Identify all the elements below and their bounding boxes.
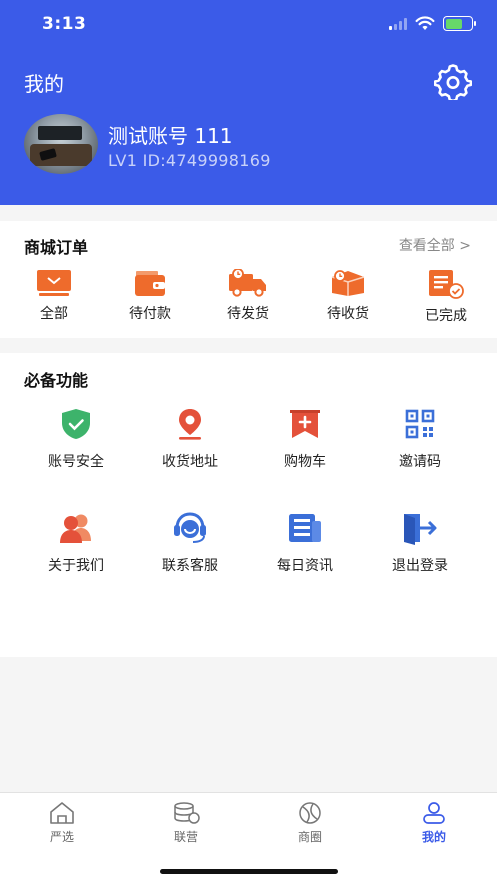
order-pending-payment-label: 待付款: [129, 306, 171, 322]
order-completed-label: 已完成: [425, 308, 467, 324]
daily-news-label: 每日资讯: [277, 558, 333, 574]
shipping-address-label: 收货地址: [162, 454, 218, 470]
tab-lianying-label: 联营: [173, 830, 198, 844]
shopping-cart-label: 购物车: [284, 454, 326, 470]
orders-section-title: 商城订单: [24, 238, 89, 257]
order-pending-shipment-button[interactable]: 待发货: [208, 269, 288, 323]
customer-service-button[interactable]: 联系客服: [140, 511, 240, 575]
package-box-icon: [331, 270, 365, 296]
wifi-icon: [415, 16, 435, 30]
view-all-orders-link[interactable]: 查看全部 >: [399, 235, 471, 255]
status-time: 3:13: [42, 14, 87, 34]
username: 测试账号 111: [108, 124, 233, 148]
order-pending-receipt-button[interactable]: 待收货: [308, 269, 388, 323]
battery-icon: [443, 16, 476, 31]
user-icon: [423, 802, 445, 824]
mall-orders-card: 商城订单 查看全部 > 全部 待付款 待发货 待收货 已完成: [0, 221, 497, 338]
monitor-icon: [37, 270, 71, 296]
wallet-icon: [135, 271, 165, 296]
order-pending-receipt-label: 待收货: [327, 306, 369, 322]
invite-code-button[interactable]: 邀请码: [370, 407, 470, 471]
tab-shangquan-label: 商圈: [297, 830, 322, 844]
shopping-cart-button[interactable]: 购物车: [255, 407, 355, 471]
customer-service-label: 联系客服: [162, 558, 218, 574]
order-all-button[interactable]: 全部: [14, 269, 94, 323]
essential-functions-card: 必备功能 账号安全 收货地址 购物车 邀请码 关于我们 联系客服 每日资讯 退出…: [0, 353, 497, 657]
page-title: 我的: [24, 72, 64, 96]
coins-stack-icon: [174, 802, 200, 824]
tab-mine[interactable]: 我的: [389, 801, 479, 845]
shipping-address-button[interactable]: 收货地址: [140, 407, 240, 471]
settings-gear-icon[interactable]: [434, 62, 472, 100]
order-pending-shipment-label: 待发货: [227, 306, 269, 322]
qr-code-icon: [405, 409, 435, 439]
news-icon: [289, 514, 321, 542]
headset-support-icon: [174, 512, 206, 543]
about-us-button[interactable]: 关于我们: [26, 511, 126, 575]
profile-header: 3:13 我的 测试账号 111 LV1 ID:4749998169: [0, 0, 497, 205]
daily-news-button[interactable]: 每日资讯: [255, 511, 355, 575]
functions-section-title: 必备功能: [24, 371, 89, 390]
logout-button[interactable]: 退出登录: [370, 511, 470, 575]
account-security-button[interactable]: 账号安全: [26, 407, 126, 471]
shield-check-icon: [62, 409, 90, 439]
tab-shangquan[interactable]: 商圈: [265, 801, 355, 845]
account-security-label: 账号安全: [48, 454, 104, 470]
cart-bookmark-icon: [290, 410, 320, 438]
about-us-label: 关于我们: [48, 558, 104, 574]
status-icons: [389, 16, 476, 31]
order-pending-payment-button[interactable]: 待付款: [110, 269, 190, 323]
order-all-label: 全部: [40, 306, 68, 322]
invite-code-label: 邀请码: [399, 454, 441, 470]
order-completed-button[interactable]: 已完成: [406, 269, 486, 325]
home-indicator: [160, 869, 338, 874]
tab-mine-label: 我的: [421, 830, 446, 844]
logout-label: 退出登录: [392, 558, 448, 574]
home-icon: [50, 802, 74, 824]
circle-lens-icon: [299, 802, 321, 824]
user-level-id: LV1 ID:4749998169: [108, 151, 271, 170]
avatar[interactable]: [24, 114, 98, 174]
logout-icon: [404, 514, 437, 545]
tab-yanxuan-label: 严选: [49, 830, 74, 844]
delivery-truck-icon: [229, 269, 266, 297]
tab-yanxuan[interactable]: 严选: [17, 801, 107, 845]
location-pin-icon: [179, 409, 201, 440]
people-icon: [60, 514, 91, 543]
completed-document-icon: [429, 270, 464, 299]
status-bar: 3:13: [0, 0, 497, 48]
tab-lianying[interactable]: 联营: [141, 801, 231, 845]
cellular-signal-icon: [389, 17, 407, 30]
